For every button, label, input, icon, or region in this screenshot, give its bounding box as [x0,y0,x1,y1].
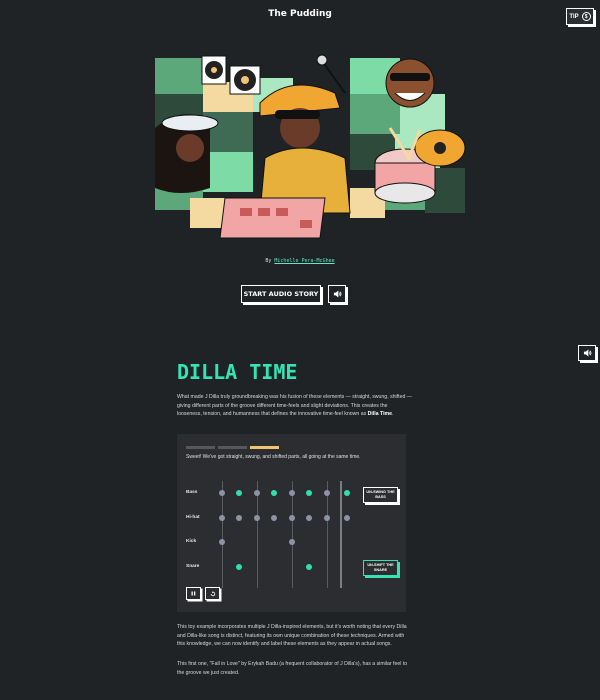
row-label-snare: Snare [186,564,200,569]
unswing-bass-button[interactable]: UN-SWING THE BASS [363,487,398,503]
row-label-hihat: Hi-hat [186,515,200,520]
author-link[interactable]: Michelle Pera-McGhee [274,258,334,264]
musician-left [155,114,219,193]
note-dot [306,564,312,570]
restart-button[interactable] [205,587,220,600]
note-dot [236,515,242,521]
note-dot [219,515,225,521]
progress-step [218,446,247,449]
start-audio-story-button[interactable]: START AUDIO STORY [241,285,321,303]
site-logo[interactable]: The Pudding [0,9,600,19]
intro-bold: Dilla Time [367,411,393,417]
note-dot [344,490,350,496]
note-dot [289,490,295,496]
tip-label: TIP [569,13,579,20]
playhead [340,481,342,588]
note-dot [306,515,312,521]
intro-paragraph: What made J Dilla truly groundbreaking w… [177,393,412,419]
speaker-icon [333,290,341,298]
note-dot [236,490,242,496]
pause-icon [191,591,196,596]
note-dot [344,515,350,521]
musician-right [385,58,435,108]
note-dot [324,515,330,521]
body-paragraph-2: This toy example incorporates multiple J… [177,624,407,647]
sound-toggle-button[interactable] [328,285,346,303]
note-dot [271,490,277,496]
beat-line [257,481,258,588]
note-dot [324,490,330,496]
beat-line [292,481,293,588]
progress-step [186,446,215,449]
note-dot [289,539,295,545]
byline-prefix: By [265,258,272,264]
restart-icon [210,590,215,596]
note-dot [289,515,295,521]
note-dot [306,490,312,496]
beat-line [222,481,223,588]
row-label-bass: Bass [186,490,198,495]
note-dot [219,490,225,496]
musician-center [259,84,351,214]
progress-indicator [186,446,279,449]
note-dot [254,490,260,496]
body-paragraph-3: This first one, "Fall in Love" by Erykah… [177,661,408,676]
note-dot [219,539,225,545]
sequencer-panel: Sweet! We've got straight, swung, and sh… [177,434,406,612]
note-dot [254,515,260,521]
intro-end: . [392,411,394,417]
floating-sound-toggle[interactable] [578,345,596,361]
byline: By Michelle Pera-McGhee [0,258,600,264]
hero-illustration [155,54,466,239]
section-title: DILLA TIME [177,360,298,384]
tip-button[interactable]: TIP $ [566,8,594,25]
speaker-icon [583,349,591,357]
pause-button[interactable] [186,587,201,600]
tip-badge: $ [581,12,591,21]
drum-machine [219,197,326,239]
panel-message: Sweet! We've got straight, swung, and sh… [186,454,361,460]
sequencer-grid: Bass Hi-hat Kick Snare UN-SWING THE BASS… [177,474,406,588]
note-dot [271,515,277,521]
beat-line [327,481,328,588]
progress-step [250,446,279,449]
unshift-snare-button[interactable]: UN-SHIFT THE SNARE [363,560,398,576]
microphone [316,54,346,94]
note-dot [236,564,242,570]
row-label-kick: Kick [186,539,197,544]
